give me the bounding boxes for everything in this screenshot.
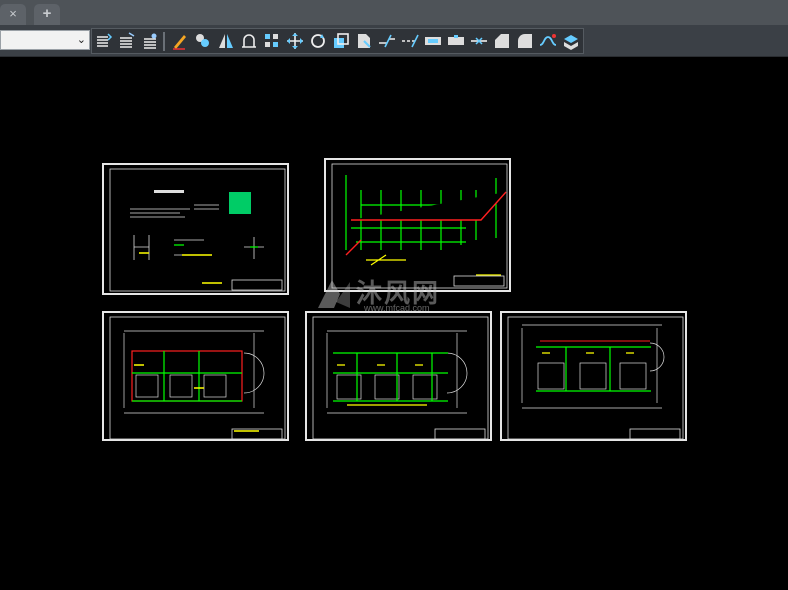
modify-toolbar [91, 28, 584, 54]
sheet-details-content [109, 168, 286, 292]
watermark: 沐风网 www.mfcad.com [312, 272, 472, 316]
ribbon-toolbar: ⌄ [0, 25, 788, 57]
layer-states-icon[interactable] [94, 31, 114, 51]
watermark-url: www.mfcad.com [364, 303, 430, 313]
join-lines-icon[interactable] [469, 31, 489, 51]
layer-dropdown[interactable]: ⌄ [0, 30, 90, 50]
drawing-sheet-details[interactable] [102, 163, 289, 295]
join-icon[interactable] [193, 31, 213, 51]
draw-pencil-icon[interactable] [170, 31, 190, 51]
explode-icon[interactable] [561, 31, 581, 51]
rotate-icon[interactable] [308, 31, 328, 51]
scale-icon[interactable] [331, 31, 351, 51]
sheet-floorplan-2-content [312, 316, 489, 440]
layer-match-icon[interactable] [117, 31, 137, 51]
drawing-sheet-floorplan-2[interactable] [305, 311, 492, 441]
fillet-icon[interactable] [515, 31, 535, 51]
blend-icon[interactable] [538, 31, 558, 51]
break-at-point-icon[interactable] [446, 31, 466, 51]
break-icon[interactable] [423, 31, 443, 51]
mirror-icon[interactable] [216, 31, 236, 51]
drawing-sheet-floorplan-1[interactable] [102, 311, 289, 441]
new-tab-button[interactable]: + [34, 4, 60, 25]
trim-icon[interactable] [377, 31, 397, 51]
toolbar-separator [163, 32, 165, 51]
stretch-icon[interactable] [354, 31, 374, 51]
watermark-logo-icon [318, 280, 350, 308]
tab-bar: × + [0, 0, 788, 25]
close-icon: × [9, 6, 17, 21]
close-tab-button[interactable]: × [0, 4, 26, 25]
layer-previous-icon[interactable] [140, 31, 160, 51]
drawing-sheet-floorplan-3[interactable] [500, 311, 687, 441]
plus-icon: + [42, 5, 52, 22]
sheet-floorplan-3-content [507, 316, 684, 440]
array-icon[interactable] [262, 31, 282, 51]
chamfer-icon[interactable] [492, 31, 512, 51]
offset-icon[interactable] [239, 31, 259, 51]
chevron-down-icon: ⌄ [76, 34, 86, 46]
sheet-floorplan-1-content [109, 316, 286, 440]
extend-icon[interactable] [400, 31, 420, 51]
move-icon[interactable] [285, 31, 305, 51]
